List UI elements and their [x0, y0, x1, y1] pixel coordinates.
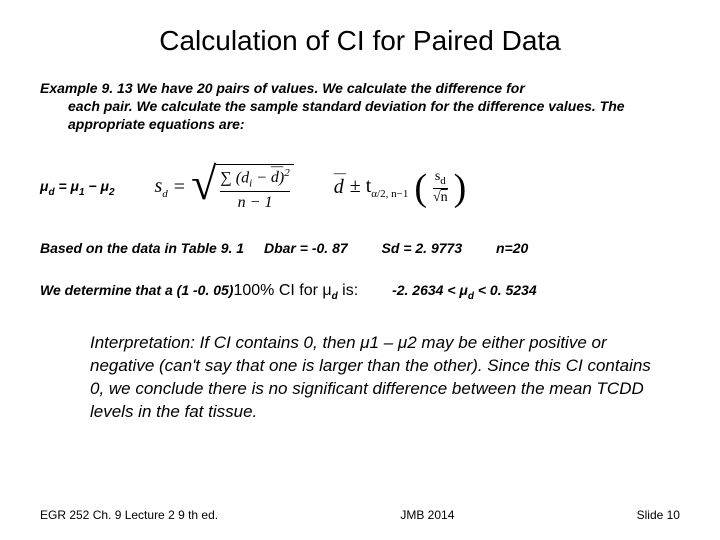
- determine-row: We determine that a (1 -0. 05)100% CI fo…: [40, 282, 680, 302]
- interpretation-text: Interpretation: If CI contains 0, then μ…: [90, 332, 660, 424]
- sd-formula: sd = √ ∑ (di − d)2 n − 1: [155, 164, 294, 213]
- footer-left: EGR 252 Ch. 9 Lecture 2 9 th ed.: [40, 508, 218, 522]
- example-lead: Example 9. 13 We have 20 pairs of values…: [40, 80, 525, 96]
- example-cont: each pair. We calculate the sample stand…: [40, 97, 680, 133]
- slide-footer: EGR 252 Ch. 9 Lecture 2 9 th ed. JMB 201…: [40, 508, 680, 522]
- mu-equation: μd = μ1 − μ2: [40, 178, 115, 198]
- ci-formula: d ± tα/2, n−1 ( sd √n ): [334, 169, 467, 206]
- footer-right: Slide 10: [637, 508, 680, 522]
- slide-title: Calculation of CI for Paired Data: [40, 25, 680, 57]
- data-values-row: Based on the data in Table 9. 1 Dbar = -…: [40, 240, 680, 256]
- footer-center: JMB 2014: [400, 508, 454, 522]
- example-text: Example 9. 13 We have 20 pairs of values…: [40, 79, 680, 134]
- equations-row: μd = μ1 − μ2 sd = √ ∑ (di − d)2 n − 1 d …: [40, 164, 680, 213]
